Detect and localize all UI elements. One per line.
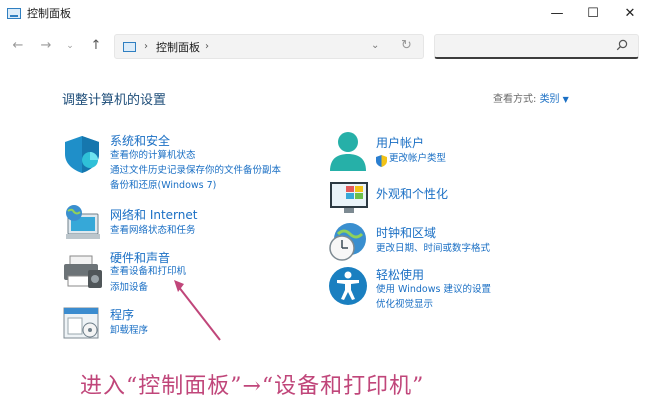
- backup-restore-link[interactable]: 备份和还原(Windows 7): [110, 179, 216, 192]
- appearance-personalization-link[interactable]: 外观和个性化: [376, 185, 448, 202]
- recent-locations-button[interactable]: ⌄: [62, 41, 78, 51]
- programs-icon[interactable]: [62, 306, 102, 342]
- search-icon[interactable]: [616, 39, 630, 54]
- breadcrumb-control-panel[interactable]: 控制面板: [156, 39, 200, 55]
- windows-suggested-settings-link[interactable]: 使用 Windows 建议的设置: [376, 283, 491, 296]
- printer-icon[interactable]: [62, 252, 104, 290]
- breadcrumb-separator[interactable]: ›: [144, 41, 148, 52]
- navigation-bar: ← → ⌄ ↑ › 控制面板 › ⌄ ↻: [0, 30, 651, 64]
- monitor-icon[interactable]: [328, 180, 370, 216]
- accessibility-icon[interactable]: [328, 266, 368, 306]
- system-security-link[interactable]: 系统和安全: [110, 132, 170, 149]
- user-accounts-link[interactable]: 用户帐户: [376, 134, 424, 151]
- annotation-caption: 进入“控制面板”→“设备和打印机”: [80, 374, 425, 399]
- clock-globe-icon[interactable]: [328, 222, 370, 262]
- programs-link[interactable]: 程序: [110, 306, 134, 323]
- add-device-link[interactable]: 添加设备: [110, 281, 148, 294]
- page-title: 调整计算机的设置: [62, 93, 167, 108]
- search-input[interactable]: [441, 39, 616, 53]
- clock-region-link[interactable]: 时钟和区域: [376, 224, 436, 241]
- refresh-icon[interactable]: ↻: [401, 38, 412, 53]
- ease-of-access-link[interactable]: 轻松使用: [376, 266, 424, 283]
- maximize-button[interactable]: ☐: [573, 0, 613, 26]
- view-by: 查看方式: 类别 ▼: [493, 90, 569, 105]
- user-icon[interactable]: [328, 131, 368, 173]
- file-history-link[interactable]: 通过文件历史记录保存你的文件备份副本: [110, 164, 281, 177]
- view-by-dropdown[interactable]: 类别: [540, 94, 560, 105]
- shield-icon[interactable]: [62, 134, 102, 174]
- network-internet-link[interactable]: 网络和 Internet: [110, 206, 197, 223]
- close-button[interactable]: ✕: [610, 0, 650, 26]
- optimize-visual-display-link[interactable]: 优化视觉显示: [376, 298, 433, 311]
- view-by-label: 查看方式:: [493, 94, 537, 105]
- forward-button[interactable]: →: [38, 38, 54, 53]
- minimize-button[interactable]: —: [537, 0, 577, 26]
- breadcrumb-separator[interactable]: ›: [205, 41, 209, 52]
- control-panel-icon: [123, 41, 136, 52]
- address-bar[interactable]: › 控制面板 › ⌄ ↻: [114, 34, 424, 59]
- network-status-link[interactable]: 查看网络状态和任务: [110, 224, 196, 237]
- window-title: 控制面板: [27, 7, 71, 20]
- network-globe-icon[interactable]: [62, 204, 102, 242]
- uninstall-program-link[interactable]: 卸载程序: [110, 324, 148, 337]
- chevron-down-icon[interactable]: ▼: [563, 95, 569, 104]
- uac-shield-icon: [376, 152, 387, 167]
- change-account-type-link[interactable]: 更改帐户类型: [389, 152, 446, 165]
- annotation-arrow-icon: [174, 280, 221, 341]
- back-button[interactable]: ←: [10, 38, 26, 53]
- hardware-sound-link[interactable]: 硬件和声音: [110, 249, 170, 266]
- chevron-down-icon[interactable]: ⌄: [371, 40, 379, 51]
- control-panel-icon: [7, 7, 21, 19]
- view-computer-status-link[interactable]: 查看你的计算机状态: [110, 149, 196, 162]
- search-box[interactable]: [434, 34, 639, 59]
- change-date-time-link[interactable]: 更改日期、时间或数字格式: [376, 242, 490, 255]
- up-button[interactable]: ↑: [88, 38, 104, 53]
